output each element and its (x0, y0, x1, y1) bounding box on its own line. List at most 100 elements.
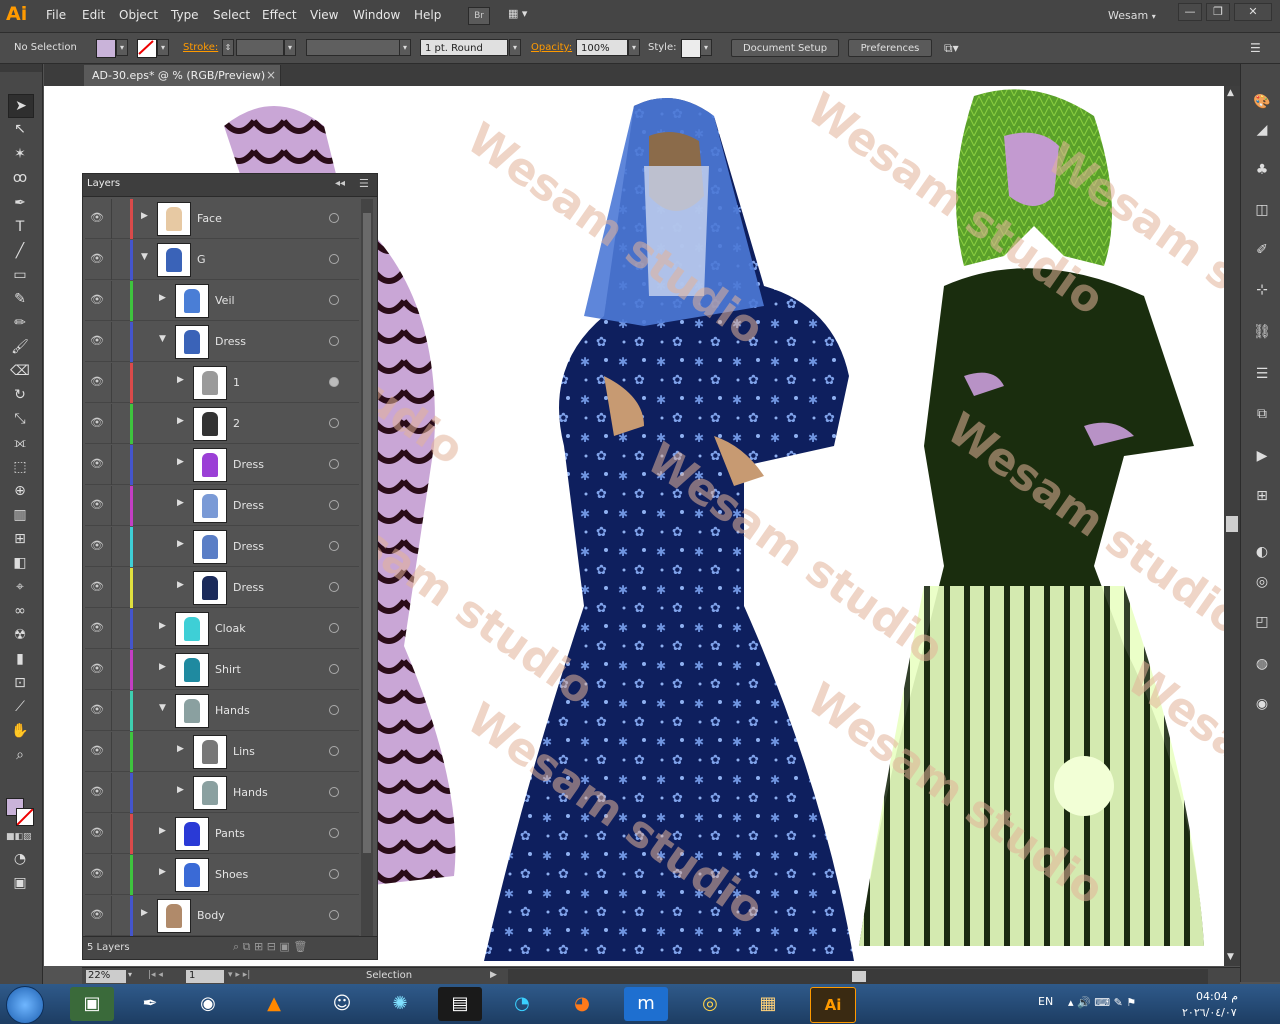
vertical-scrollbar-track[interactable]: ▲ ▼ (1224, 86, 1240, 966)
taskbar-app-icon[interactable]: ◉ (186, 987, 230, 1021)
layer-name[interactable]: G (197, 253, 206, 266)
visibility-eye-icon[interactable]: 👁 (90, 908, 104, 922)
appearance-panel-icon[interactable]: ◎ (1252, 572, 1272, 592)
paintbrush-icon[interactable]: ✎ (8, 288, 32, 310)
opacity-label[interactable]: Opacity: (531, 42, 572, 53)
expand-arrow-icon[interactable]: ▶ (141, 211, 148, 221)
layer-row[interactable]: 👁 ▶ Body (85, 896, 359, 936)
target-circle-icon[interactable] (329, 623, 339, 633)
visibility-eye-icon[interactable]: 👁 (90, 580, 104, 594)
screen-mode-icon[interactable]: ▣ (8, 872, 32, 894)
taskbar-firefox-icon[interactable]: ◕ (560, 987, 604, 1021)
arrange-icon[interactable]: ⧉▾ (944, 41, 959, 56)
layer-row[interactable]: 👁 ▼ Dress (85, 322, 359, 362)
symbols-panel-icon[interactable]: ♣ (1252, 160, 1272, 180)
tray-icons[interactable]: ▴ 🔊 ⌨ ✎ ⚑ (1068, 996, 1136, 1009)
layers-panel-header[interactable]: Layers ◂◂ ☰ (83, 174, 377, 197)
align-panel-icon[interactable]: ☰ (1252, 364, 1272, 384)
zoom-dropdown[interactable]: ▾ (128, 970, 132, 979)
layer-name[interactable]: Hands (233, 786, 268, 799)
visibility-eye-icon[interactable]: 👁 (90, 334, 104, 348)
visibility-eye-icon[interactable]: 👁 (90, 826, 104, 840)
lock-toggle[interactable] (111, 445, 131, 485)
layer-name[interactable]: Hands (215, 704, 250, 717)
artboard-tool-icon[interactable]: ⊡ (8, 672, 32, 694)
taskbar-media-icon[interactable]: ✺ (378, 987, 422, 1021)
arrange-documents-button[interactable]: ▦ ▾ (508, 7, 527, 20)
start-button[interactable] (6, 986, 44, 1024)
visibility-eye-icon[interactable]: 👁 (90, 867, 104, 881)
tools-grip[interactable] (0, 64, 42, 72)
layer-row[interactable]: 👁 ▶ Dress (85, 568, 359, 608)
rotate-tool-icon[interactable]: ↻ (8, 384, 32, 406)
layers-menu-icon[interactable]: ☰ (359, 177, 369, 190)
swatches-panel-icon[interactable]: ⊞ (1252, 486, 1272, 506)
free-transform-icon[interactable]: ⬚ (8, 456, 32, 478)
layer-name[interactable]: Lins (233, 745, 255, 758)
target-circle-icon[interactable] (329, 828, 339, 838)
layer-name[interactable]: Pants (215, 827, 245, 840)
blend-tool-icon[interactable]: ∞ (8, 600, 32, 622)
scroll-up-arrow[interactable]: ▲ (1227, 88, 1234, 98)
target-circle-icon[interactable] (329, 787, 339, 797)
layer-row[interactable]: 👁 ▼ Hands (85, 691, 359, 731)
menu-help[interactable]: Help (414, 8, 441, 22)
scale-tool-icon[interactable]: ⤡ (8, 408, 32, 430)
lock-toggle[interactable] (111, 404, 131, 444)
layer-row[interactable]: 👁 ▶ Cloak (85, 609, 359, 649)
collapse-arrow-icon[interactable]: ▼ (159, 703, 166, 713)
clock-date[interactable]: ٢٠٢٦/٠٤/٠٧ (1182, 1006, 1237, 1019)
opacity-field[interactable]: 100% (576, 39, 628, 56)
target-circle-icon[interactable] (329, 664, 339, 674)
visibility-eye-icon[interactable]: 👁 (90, 375, 104, 389)
collapse-panel-icon[interactable]: ◂◂ (335, 178, 345, 189)
taskbar-studio-icon[interactable]: ▤ (438, 987, 482, 1021)
visibility-eye-icon[interactable]: 👁 (90, 621, 104, 635)
lock-toggle[interactable] (111, 363, 131, 403)
layer-row[interactable]: 👁 ▶ Dress (85, 486, 359, 526)
visibility-eye-icon[interactable]: 👁 (90, 703, 104, 717)
next-artboard-button[interactable]: ▾ ▸ ▸| (228, 970, 250, 980)
layer-name[interactable]: Face (197, 212, 222, 225)
lock-toggle[interactable] (111, 773, 131, 813)
layers-scroll-thumb[interactable] (363, 213, 371, 853)
layer-row[interactable]: 👁 ▶ Dress (85, 527, 359, 567)
layer-name[interactable]: Shoes (215, 868, 248, 881)
expand-arrow-icon[interactable]: ▶ (141, 908, 148, 918)
layer-row[interactable]: 👁 ▶ Face (85, 199, 359, 239)
visibility-eye-icon[interactable]: 👁 (90, 457, 104, 471)
taskbar-explorer-icon[interactable]: ▦ (746, 987, 790, 1021)
taskbar-chrome-icon[interactable]: ◎ (688, 987, 732, 1021)
visibility-eye-icon[interactable]: 👁 (90, 498, 104, 512)
layers-tab[interactable]: Layers (87, 178, 120, 189)
layer-name[interactable]: Dress (233, 581, 264, 594)
layer-name[interactable]: Dress (233, 458, 264, 471)
layer-footer-buttons[interactable]: ⌕ ⧉ ⊞ ⊟ ▣ 🗑 (233, 940, 307, 954)
bridge-button[interactable]: Br (468, 7, 490, 25)
target-circle-icon[interactable] (329, 541, 339, 551)
lock-toggle[interactable] (111, 527, 131, 567)
expand-arrow-icon[interactable]: ▶ (177, 744, 184, 754)
menu-type[interactable]: Type (171, 8, 199, 22)
layer-name[interactable]: 1 (233, 376, 240, 389)
transparency-panel-icon[interactable]: ◍ (1252, 654, 1272, 674)
user-menu[interactable]: Wesam ▾ (1108, 9, 1156, 22)
direct-selection-tool-icon[interactable]: ↖ (8, 118, 32, 140)
perspective-grid-icon[interactable]: ▥ (8, 504, 32, 526)
layer-name[interactable]: Dress (233, 540, 264, 553)
eraser-icon[interactable]: ⌫ (8, 360, 32, 382)
pen-tool-icon[interactable]: ✒ (8, 192, 32, 214)
pathfinder-icon[interactable]: ⧉ (1252, 404, 1272, 424)
layer-row[interactable]: 👁 ▶ 1 (85, 363, 359, 403)
stroke-label[interactable]: Stroke: (183, 42, 218, 53)
stroke-weight-stepper[interactable]: ⇕ (222, 39, 234, 56)
lasso-icon[interactable]: ꝏ (8, 167, 32, 189)
vertical-scroll-thumb[interactable] (1226, 516, 1238, 532)
layer-name[interactable]: Dress (233, 499, 264, 512)
expand-arrow-icon[interactable]: ▶ (177, 375, 184, 385)
menu-window[interactable]: Window (353, 8, 400, 22)
horizontal-scroll-thumb[interactable] (852, 971, 866, 982)
clock-time[interactable]: 04:04 م (1196, 990, 1238, 1003)
expand-arrow-icon[interactable]: ▶ (159, 293, 166, 303)
brush-dropdown[interactable]: ▾ (509, 39, 521, 56)
